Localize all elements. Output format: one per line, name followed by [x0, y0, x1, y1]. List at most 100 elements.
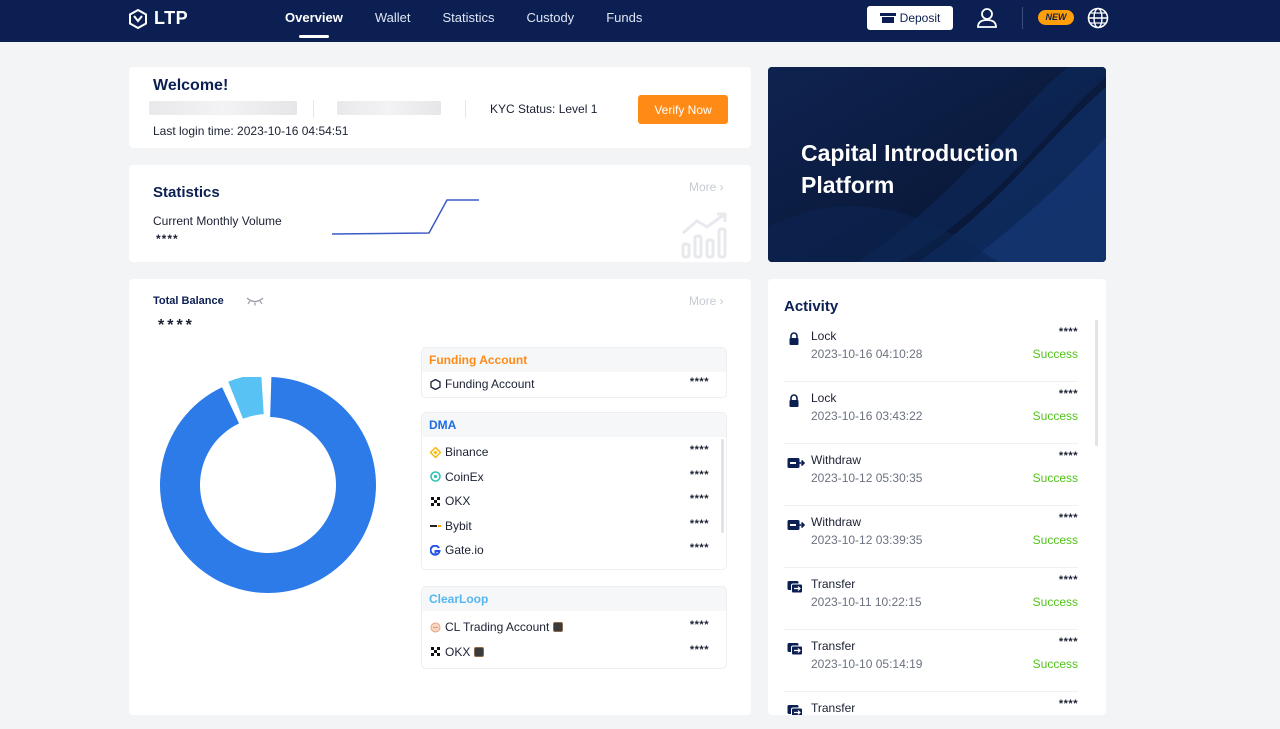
activity-time: 2023-10-12 03:39:35 [811, 533, 923, 547]
account-value: **** [689, 542, 709, 554]
monthly-volume-value: **** [156, 232, 179, 246]
clearloop-badge-icon [474, 646, 485, 657]
activity-amount: **** [1058, 450, 1078, 462]
account-row-clearloop-okx[interactable]: OKX **** [422, 640, 726, 665]
globe-icon[interactable] [1087, 7, 1109, 29]
activity-type: Withdraw [811, 515, 862, 529]
group-title-clearloop: ClearLoop [422, 587, 726, 611]
activity-type: Lock [811, 329, 837, 343]
activity-time: 2023-10-12 05:30:35 [811, 471, 923, 485]
nav-divider [1022, 7, 1023, 29]
account-value: **** [689, 444, 709, 456]
verify-now-button[interactable]: Verify Now [638, 95, 728, 124]
okx-icon [430, 646, 441, 657]
activity-item[interactable]: Transfer 2023-10-11 10:22:15 **** Success [784, 568, 1078, 630]
transfer-icon [787, 642, 803, 661]
account-row-bybit[interactable]: Bybit **** [422, 514, 726, 539]
volume-sparkline [331, 199, 479, 235]
account-name: CL Trading Account [445, 620, 550, 635]
activity-status: Success [1032, 347, 1078, 361]
account-row-cl-trading[interactable]: CL Trading Account **** [422, 615, 726, 640]
logo-text: LTP [154, 8, 189, 28]
activity-title: Activity [784, 298, 839, 315]
account-name: Funding Account [445, 377, 535, 392]
nav-custody[interactable]: Custody [526, 0, 574, 42]
statistics-chart-icon [681, 212, 727, 259]
divider [313, 100, 314, 118]
balance-more-link[interactable]: More › [689, 294, 724, 308]
nav-overview[interactable]: Overview [285, 0, 343, 42]
lock-icon [787, 394, 801, 413]
activity-type: Withdraw [811, 453, 862, 467]
account-name: OKX [445, 644, 471, 659]
transfer-icon [787, 704, 803, 715]
activity-scrollbar[interactable] [1095, 320, 1098, 446]
activity-type: Lock [811, 391, 837, 405]
ltp-icon [430, 378, 441, 390]
user-icon[interactable] [976, 7, 998, 29]
account-row-okx[interactable]: OKX **** [422, 489, 726, 514]
account-name: Bybit [445, 518, 472, 533]
activity-item[interactable]: Withdraw 2023-10-12 05:30:35 **** Success [784, 444, 1078, 506]
activity-time: 2023-10-11 10:22:15 [811, 595, 922, 609]
total-balance-title: Total Balance [153, 295, 224, 307]
statistics-more-link[interactable]: More › [689, 180, 724, 194]
activity-time: 2023-10-16 03:43:22 [811, 409, 923, 423]
activity-item[interactable]: Transfer **** [784, 692, 1078, 715]
hide-balance-icon[interactable] [245, 296, 265, 306]
statistics-card: Statistics More › Current Monthly Volume… [129, 165, 751, 262]
nav-wallet[interactable]: Wallet [375, 0, 411, 42]
top-nav: LTP Overview Wallet Statistics Custody F… [0, 0, 1280, 42]
deposit-icon [879, 13, 896, 23]
total-balance-value: **** [158, 317, 195, 334]
nav-statistics[interactable]: Statistics [442, 0, 494, 42]
activity-time: 2023-10-16 04:10:28 [811, 347, 923, 361]
activity-item[interactable]: Lock 2023-10-16 03:43:22 **** Success [784, 382, 1078, 444]
total-balance-card: Total Balance More › **** Funding Accoun… [129, 279, 751, 715]
activity-item[interactable]: Withdraw 2023-10-12 03:39:35 **** Success [784, 506, 1078, 568]
activity-card: Activity Lock 2023-10-16 04:10:28 **** Succ… [768, 279, 1106, 715]
divider [465, 100, 466, 118]
account-name: Binance [445, 445, 489, 460]
account-row-funding[interactable]: Funding Account **** [422, 372, 726, 397]
nav-funds[interactable]: Funds [606, 0, 642, 42]
account-row-binance[interactable]: Binance **** [422, 440, 726, 465]
clearloop-group: ClearLoop CL Trading Account **** OKX **… [421, 586, 727, 669]
dma-group: DMA Binance **** CoinEx **** OKX **** By… [421, 412, 727, 570]
monthly-volume-label: Current Monthly Volume [153, 214, 282, 228]
activity-time: 2023-10-10 05:14:19 [811, 657, 923, 671]
last-login-time: Last login time: 2023-10-16 04:54:51 [153, 124, 349, 138]
activity-amount: **** [1058, 512, 1078, 524]
account-name: Gate.io [445, 543, 484, 558]
account-row-gateio[interactable]: Gate.io **** [422, 538, 726, 563]
withdraw-icon [787, 456, 806, 475]
account-name: CoinEx [445, 469, 484, 484]
deposit-button[interactable]: Deposit [867, 6, 953, 30]
welcome-title: Welcome! [153, 77, 229, 94]
account-name: OKX [445, 494, 471, 509]
activity-amount: **** [1058, 388, 1078, 400]
gateio-icon [430, 544, 441, 556]
activity-item[interactable]: Lock 2023-10-16 04:10:28 **** Success [784, 320, 1078, 382]
group-title-funding: Funding Account [422, 348, 726, 372]
deposit-label: Deposit [899, 11, 941, 25]
activity-status: Success [1032, 595, 1078, 609]
donut-segment-main [160, 377, 376, 593]
ltp-logo[interactable]: LTP [128, 8, 188, 29]
redacted-name [149, 101, 297, 115]
account-row-coinex[interactable]: CoinEx **** [422, 465, 726, 490]
account-value: **** [689, 619, 709, 631]
activity-amount: **** [1058, 574, 1078, 586]
ltp-logo-icon [129, 8, 147, 29]
bybit-icon [430, 520, 441, 531]
capital-introduction-banner[interactable]: Capital Introduction Platform [768, 67, 1106, 262]
new-badge[interactable]: NEW [1038, 10, 1074, 25]
lock-icon [787, 332, 801, 351]
activity-item[interactable]: Transfer 2023-10-10 05:14:19 **** Success [784, 630, 1078, 692]
activity-status: Success [1032, 471, 1078, 485]
banner-title: Capital Introduction Platform [801, 140, 1019, 198]
redacted-email [337, 101, 441, 115]
welcome-card: Welcome! KYC Status: Level 1 Verify Now … [129, 67, 751, 148]
activity-amount: **** [1058, 326, 1078, 338]
activity-amount: **** [1058, 636, 1078, 648]
